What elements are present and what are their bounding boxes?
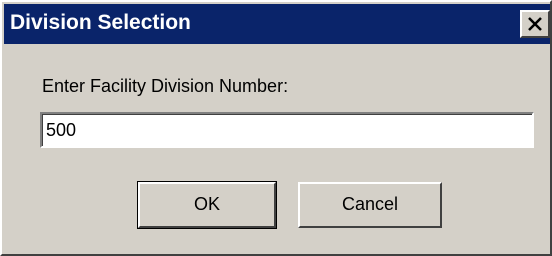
- close-icon: [528, 17, 542, 31]
- close-button[interactable]: [520, 10, 550, 38]
- dialog-title: Division Selection: [10, 11, 191, 34]
- cancel-button[interactable]: Cancel: [298, 182, 442, 228]
- title-bar: Division Selection: [4, 4, 550, 44]
- division-number-input[interactable]: [39, 111, 535, 149]
- division-selection-dialog: Division Selection Enter Facility Divisi…: [0, 0, 552, 256]
- ok-button[interactable]: OK: [137, 181, 277, 229]
- facility-division-label: Enter Facility Division Number:: [42, 76, 289, 96]
